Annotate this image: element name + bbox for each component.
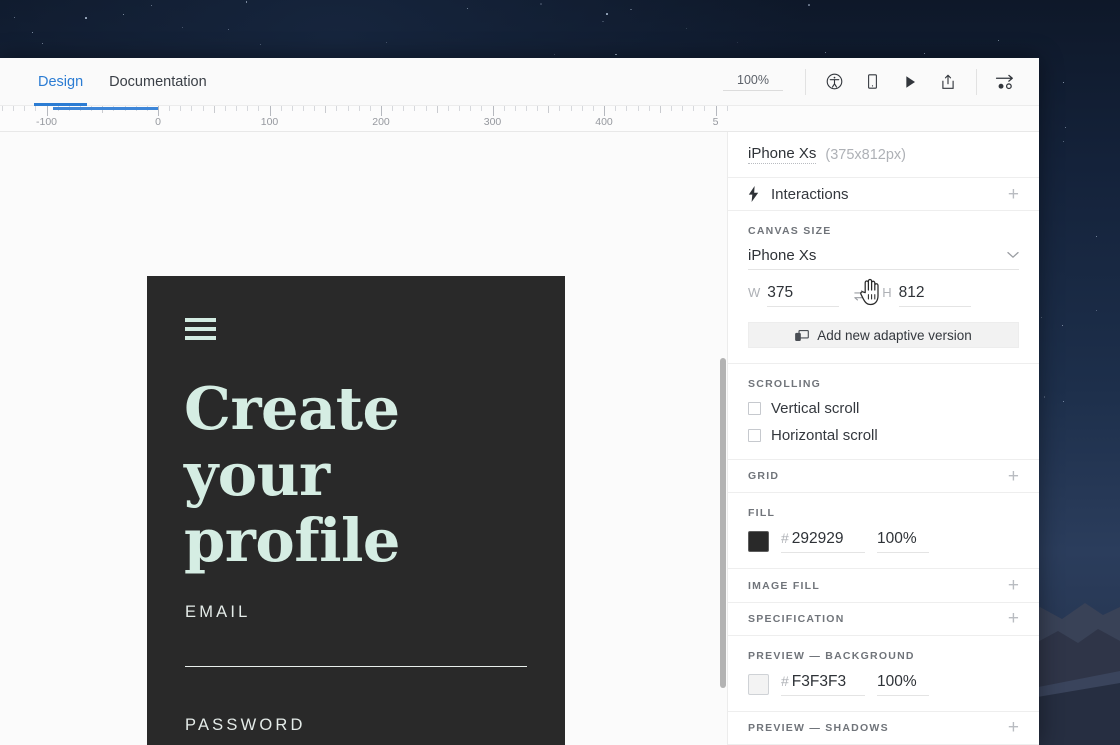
add-grid-button[interactable]: + [1008,467,1019,486]
canvas-height-group: H 812 [882,284,971,308]
export-share-icon[interactable] [936,70,960,94]
fill-hash-symbol: # [781,530,789,547]
fill-color-swatch[interactable] [748,531,769,553]
artboard-email-label: EMAIL [185,603,251,621]
vertical-scroll-label: Vertical scroll [771,400,860,418]
artboard-iphone-xs[interactable]: Create your profile EMAIL PASSWORD UI [147,276,565,745]
canvas-width-group: W 375 [748,284,840,308]
vertical-scroll-option[interactable]: Vertical scroll [748,400,1019,417]
canvas-dimension-row: W 375 H 812 [748,284,1019,308]
fill-hex-input[interactable]: # 292929 [781,530,865,554]
preview-background-row: # F3F3F3 100% [748,673,1019,696]
flow-transition-icon[interactable] [993,70,1017,94]
add-specification-button[interactable]: + [1008,609,1019,628]
toolbar-icon-group-2 [977,70,1039,94]
width-key-label: W [748,285,761,301]
vertical-scroll-checkbox[interactable] [748,402,761,416]
section-canvas-size: CANVAS SIZE iPhone Xs W 375 H 812 Add ne… [728,211,1039,365]
ruler-label: 200 [372,116,390,128]
section-preview-shadows[interactable]: PREVIEW — SHADOWS + [728,712,1039,745]
preview-shadows-title: PREVIEW — SHADOWS [748,721,889,734]
design-canvas[interactable]: Create your profile EMAIL PASSWORD UI [0,132,727,745]
add-preview-shadow-button[interactable]: + [1008,718,1019,737]
chevron-down-icon [1007,250,1019,262]
artboard-password-label: PASSWORD [185,716,306,734]
adaptive-device-icon [795,329,810,342]
app-window: Design Documentation 100% -100 0 100 200… [0,58,1039,745]
add-image-fill-button[interactable]: + [1008,576,1019,595]
fill-title: FILL [748,507,776,520]
artboard-name-input[interactable]: iPhone Xs [748,145,817,164]
ruler-label: 5 [712,116,719,128]
artboard-dimensions-label: (375x812px) [825,146,906,163]
add-adaptive-version-button[interactable]: Add new adaptive version [748,322,1019,349]
device-preview-icon[interactable] [860,70,884,94]
canvas-preset-value: iPhone Xs [748,247,817,265]
canvas-vertical-scrollbar[interactable] [720,358,726,688]
scrolling-title: SCROLLING [748,378,822,391]
section-preview-background: PREVIEW — BACKGROUND # F3F3F3 100% [728,636,1039,712]
artboard-email-underline [185,666,527,667]
toolbar-icon-group [806,70,976,94]
lightning-bolt-icon [748,186,759,203]
preview-hash-symbol: # [781,672,789,689]
zoom-level-input[interactable]: 100% [723,72,783,91]
fill-row: # 292929 100% [748,530,1019,554]
tab-design[interactable]: Design [33,58,88,106]
section-interactions[interactable]: Interactions + [728,178,1039,212]
toolbar: Design Documentation 100% [0,58,1039,106]
grid-title: GRID [748,470,780,483]
artboard-headline: Create your profile [184,374,400,576]
preview-background-hex-value: F3F3F3 [791,672,847,690]
ruler-selection-indicator [52,107,159,110]
specification-title: SPECIFICATION [748,612,845,625]
ruler-label: 0 [155,116,161,128]
fill-hex-value: 292929 [791,530,844,548]
canvas-width-input[interactable]: 375 [767,284,840,308]
section-image-fill[interactable]: IMAGE FILL + [728,569,1039,603]
tab-documentation[interactable]: Documentation [109,58,207,105]
preview-background-swatch[interactable] [748,673,769,695]
ruler-label: 400 [595,116,613,128]
ruler-label: -100 [35,116,58,128]
panel-header: iPhone Xs (375x812px) [728,132,1039,178]
interactions-label: Interactions [771,185,849,203]
properties-panel: iPhone Xs (375x812px) Interactions + CAN… [727,132,1039,745]
accessibility-icon[interactable] [822,70,846,94]
section-fill: FILL # 292929 100% [728,493,1039,570]
preview-background-title: PREVIEW — BACKGROUND [748,649,915,662]
link-dimensions-icon[interactable] [853,289,866,302]
height-key-label: H [882,285,892,301]
image-fill-title: IMAGE FILL [748,579,820,592]
section-specification[interactable]: SPECIFICATION + [728,603,1039,636]
adaptive-button-label: Add new adaptive version [817,327,972,343]
canvas-size-title: CANVAS SIZE [748,225,832,238]
add-interaction-button[interactable]: + [1008,185,1019,204]
canvas-preset-select[interactable]: iPhone Xs [748,247,1019,271]
section-scrolling: SCROLLING Vertical scroll Horizontal scr… [728,364,1039,461]
hamburger-menu-icon[interactable] [185,318,216,340]
horizontal-ruler: -100 0 100 200 300 400 5 [0,106,1039,132]
horizontal-scroll-checkbox[interactable] [748,429,761,443]
section-grid[interactable]: GRID + [728,460,1039,494]
horizontal-scroll-label: Horizontal scroll [771,427,878,445]
horizontal-scroll-option[interactable]: Horizontal scroll [748,427,1019,444]
play-preview-icon[interactable] [898,70,922,94]
ruler-label: 100 [260,116,279,128]
preview-background-hex-input[interactable]: # F3F3F3 [781,673,865,696]
fill-opacity-input[interactable]: 100% [877,530,929,554]
preview-background-opacity-input[interactable]: 100% [877,673,929,696]
canvas-height-input[interactable]: 812 [898,284,971,308]
workspace: Create your profile EMAIL PASSWORD UI iP… [0,132,1039,745]
ruler-label: 300 [483,116,502,128]
toolbar-tabs: Design Documentation [0,58,207,106]
